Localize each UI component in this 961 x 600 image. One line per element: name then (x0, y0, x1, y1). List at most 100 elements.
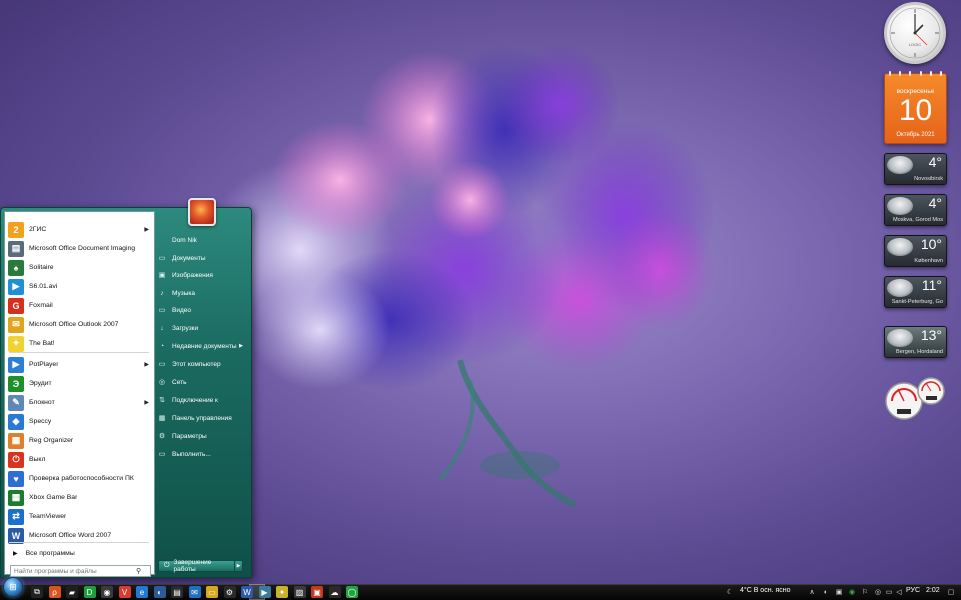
place-item[interactable]: ⚙ Параметры (157, 428, 249, 444)
mailbox-app-icon[interactable]: ▣ (311, 586, 323, 598)
place-label: Недавние документы (172, 342, 237, 350)
place-item[interactable]: ▭ Документы (157, 250, 249, 266)
program-item[interactable]: ⇄ TeamViewer (5, 507, 154, 526)
program-item[interactable]: ✦ The Bat! (5, 334, 154, 353)
search-icon[interactable]: ⚲ (136, 567, 141, 575)
whatsapp-icon[interactable]: ◯ (346, 586, 358, 598)
divider (9, 542, 149, 543)
program-item[interactable]: ▶ PotPlayer ▶ (5, 355, 154, 374)
computer-icon: ▭ (158, 361, 166, 368)
place-item[interactable]: ↓ Загрузки (157, 320, 249, 336)
place-label: Подключение к (172, 396, 218, 404)
place-label: Музыка (172, 289, 195, 297)
place-label: Панель управления (172, 414, 232, 422)
xbox-game-bar-icon: ▦ (8, 489, 24, 506)
language-indicator[interactable]: РУС (906, 587, 920, 594)
all-programs-label: Все программы (25, 549, 75, 557)
place-item[interactable]: ♪ Музыка (157, 285, 249, 301)
program-label: The Bat! (29, 340, 55, 347)
clock-gadget[interactable]: LOGIC (884, 2, 946, 64)
tray-app-icon-3[interactable]: ◉ (847, 587, 857, 597)
program-item[interactable]: ▤ Microsoft Office Document Imaging (5, 239, 154, 258)
place-item[interactable]: Dom Nik (157, 232, 249, 248)
program-item[interactable]: G Foxmail (5, 296, 154, 315)
tray-app-icon-4[interactable]: ⚐ (860, 587, 870, 597)
theme-app-icon[interactable]: ▨ (293, 586, 306, 598)
word-app-icon[interactable]: W (241, 586, 253, 598)
windows-logo-icon: ⊞ (9, 581, 17, 592)
media-app-icon[interactable]: ▶ (258, 586, 271, 598)
shutdown-options-button[interactable]: ▶ (234, 560, 243, 572)
program-item[interactable]: ⏻ Выкл (5, 450, 154, 469)
weather-gadget-bergen[interactable]: 13° Bergen, Hordaland (884, 326, 947, 358)
store-icon[interactable]: ▤ (171, 586, 183, 598)
search-input[interactable] (11, 566, 136, 576)
all-programs-button[interactable]: ▶ Все программы (5, 546, 154, 560)
the-bat-app-icon[interactable]: ✦ (276, 586, 288, 598)
tray-app-icon-2[interactable]: ▣ (834, 587, 844, 597)
reg-organizer-icon: ▦ (8, 432, 24, 449)
place-label: Видео (172, 306, 191, 314)
music-icon: ♪ (160, 289, 164, 297)
program-item[interactable]: ♠ Solitaire (5, 258, 154, 277)
program-item[interactable]: ▦ Reg Organizer (5, 431, 154, 450)
program-item[interactable]: ▦ Xbox Game Bar (5, 488, 154, 507)
search-app-icon[interactable]: ρ (48, 586, 61, 598)
folder-app-icon[interactable]: D (83, 586, 96, 598)
place-item[interactable]: ▭ Выполнить... (157, 446, 249, 462)
notifications-icon[interactable]: ▢ (946, 587, 956, 597)
place-item[interactable]: ▣ Изображения (157, 267, 249, 283)
tray-app-icon-5[interactable]: ◎ (873, 587, 883, 597)
weather-app-icon[interactable]: ☁ (328, 586, 341, 598)
weather-moon-icon[interactable]: ☾ (725, 587, 735, 597)
network-icon[interactable]: ▭ (884, 587, 894, 597)
shutdown-button[interactable]: ⏻ Завершение работы (158, 559, 236, 573)
arrow-right-icon: ▶ (13, 550, 18, 557)
program-item[interactable]: ◆ Speccy (5, 412, 154, 431)
program-item[interactable]: ✉ Microsoft Office Outlook 2007 (5, 315, 154, 334)
vivaldi-icon[interactable]: V (118, 586, 131, 598)
weather-temp: 10° (920, 236, 942, 252)
chrome-icon[interactable]: ◉ (101, 586, 113, 598)
weather-gadget-novosibirsk[interactable]: 4° Novosibirsk (884, 153, 947, 185)
weather-city: København (914, 258, 943, 264)
program-item[interactable]: ▶ S6.01.avi (5, 277, 154, 296)
place-item[interactable]: ◎ Сеть (157, 374, 249, 390)
tray-app-icon-1[interactable]: ◐ (821, 587, 831, 597)
weather-gadget-kobenhavn[interactable]: 10° København (884, 235, 947, 267)
program-item[interactable]: 2 2ГИС ▶ (5, 220, 154, 239)
user-avatar[interactable] (188, 198, 216, 226)
solitaire-icon: ♠ (8, 259, 24, 276)
firefox-icon[interactable]: ◐ (153, 586, 166, 598)
video-file-icon: ▶ (8, 278, 24, 295)
program-item[interactable]: ♥ Проверка работоспособности ПК (5, 469, 154, 488)
place-item[interactable]: ⇅ Подключение к (157, 392, 249, 408)
explorer-icon[interactable]: ▭ (206, 586, 218, 598)
volume-icon[interactable]: ◁ (894, 587, 904, 597)
calendar-gadget[interactable]: воскресенье 10 Октябрь 2021 (884, 71, 947, 144)
mail-icon[interactable]: ✉ (188, 586, 201, 598)
start-button[interactable]: ⊞ (3, 577, 23, 597)
taskbar-weather[interactable]: 4°C В осн. ясно (740, 587, 791, 594)
program-item[interactable]: ✎ Блокнот ▶ (5, 393, 154, 412)
place-item[interactable]: ▭ Видео (157, 302, 249, 318)
program-label: 2ГИС (29, 226, 47, 233)
video-icon: ▭ (158, 307, 166, 314)
start-search-box[interactable]: ⚲ (10, 565, 151, 577)
program-item[interactable]: Э Эрудит (5, 374, 154, 393)
settings-app-icon[interactable]: ⚙ (223, 586, 236, 598)
program-label: Xbox Game Bar (29, 494, 78, 501)
submenu-arrow-icon: ▶ (144, 227, 149, 233)
program-label: Microsoft Office Word 2007 (29, 532, 112, 539)
task-view-icon[interactable]: ⧉ (31, 586, 43, 598)
place-item[interactable]: ▦ Панель управления (157, 410, 249, 426)
dropbox-icon[interactable]: ▰ (66, 586, 78, 598)
edge-icon[interactable]: e (136, 586, 148, 598)
weather-gadget-sankt-peterburg[interactable]: 11° Sankt-Peterburg, Go (884, 276, 947, 308)
place-item[interactable]: ◔ Недавние документы ▶ (157, 338, 249, 354)
weather-gadget-moskva[interactable]: 4° Moskva, Gorod Mos (884, 194, 947, 226)
place-item[interactable]: ▭ Этот компьютер (157, 356, 249, 372)
cpu-meter-gadget[interactable] (884, 377, 948, 423)
taskbar-clock[interactable]: 2:02 (926, 587, 940, 594)
tray-chevron-icon[interactable]: ∧ (807, 587, 817, 597)
